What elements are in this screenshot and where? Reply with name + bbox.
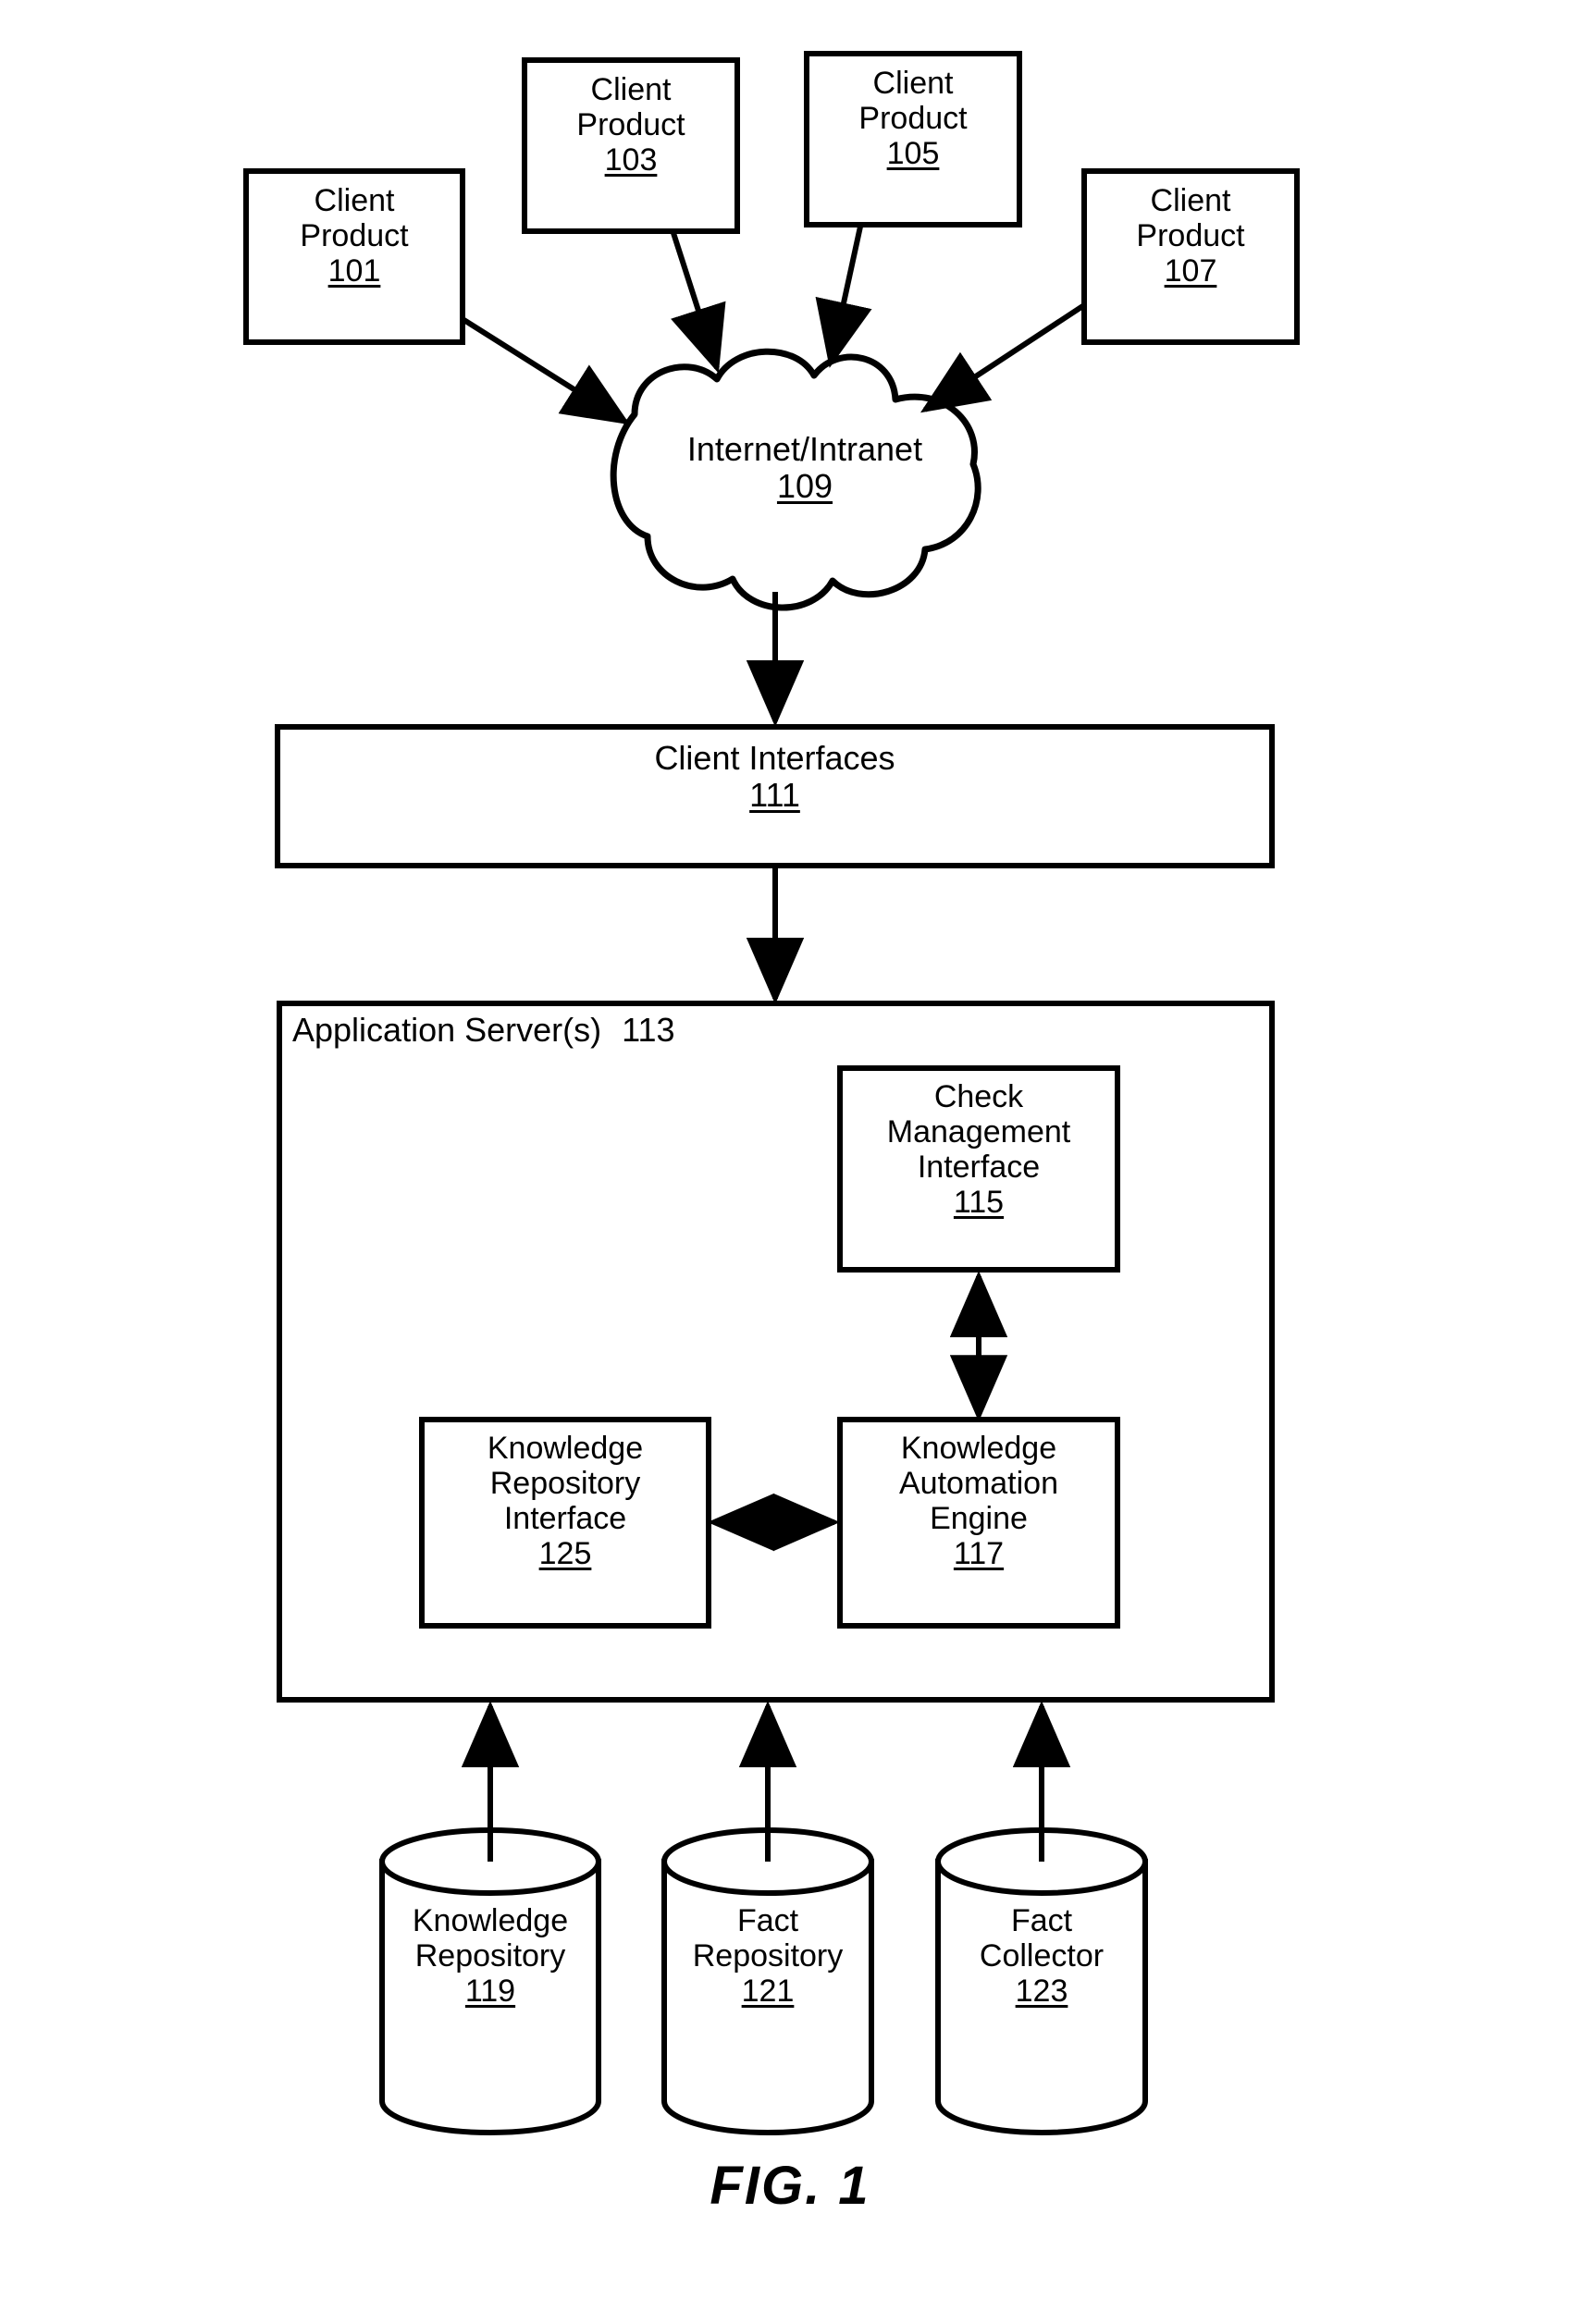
client-product-105-box xyxy=(804,51,1022,227)
edge-107-to-cloud xyxy=(920,302,1086,413)
edge-103-to-cloud xyxy=(671,232,726,374)
application-server-title: Application Server(s) 113 xyxy=(292,1011,675,1050)
edge-101-to-cloud xyxy=(461,316,631,425)
client-interfaces-box xyxy=(275,724,1275,868)
fact-collector-cylinder xyxy=(935,1827,1148,2135)
client-product-101-box xyxy=(243,168,465,345)
knowledge-repository-interface-box xyxy=(419,1417,711,1629)
application-server-ref: 113 xyxy=(622,1011,675,1049)
knowledge-repository-cylinder xyxy=(379,1827,601,2135)
knowledge-automation-engine-box xyxy=(837,1417,1120,1629)
figure-caption: FIG. 1 xyxy=(710,2156,870,2216)
figure-1-diagram: Client Product 101 Client Product 103 Cl… xyxy=(0,0,1580,2324)
edge-105-to-cloud xyxy=(815,226,872,368)
client-product-103-box xyxy=(522,57,740,234)
check-management-interface-box xyxy=(837,1065,1120,1273)
application-server-name: Application Server(s) xyxy=(292,1011,602,1049)
fact-repository-cylinder xyxy=(661,1827,874,2135)
client-product-107-box xyxy=(1081,168,1300,345)
internet-cloud-shape xyxy=(610,348,981,611)
diagram-canvas xyxy=(243,51,1300,2135)
